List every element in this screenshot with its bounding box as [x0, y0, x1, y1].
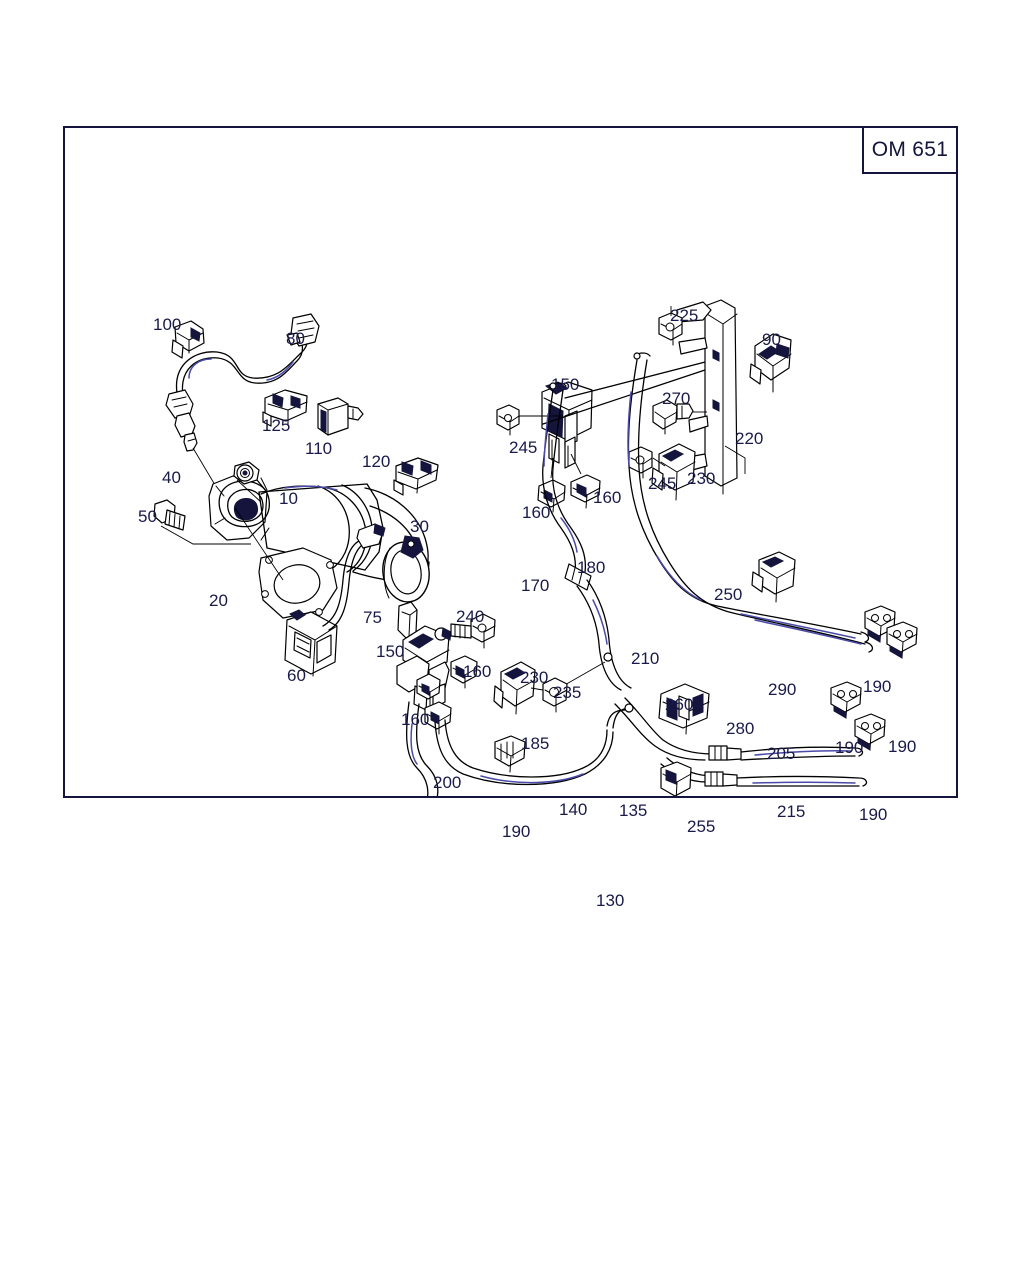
part-120-clip	[393, 457, 439, 496]
callout-190-r2: 190	[888, 737, 917, 756]
callout-135: 135	[619, 801, 648, 820]
callout-270: 270	[662, 389, 691, 408]
callout-230-l: 230	[520, 668, 549, 687]
callout-260: 260	[665, 695, 694, 714]
callout-190-r1: 190	[863, 677, 892, 696]
callout-170: 170	[521, 576, 550, 595]
callout-40: 40	[162, 468, 181, 487]
callout-150-lower: 150	[376, 642, 405, 661]
callout-190-r4: 190	[859, 805, 888, 824]
callout-255: 255	[687, 817, 716, 836]
callout-30: 30	[410, 517, 429, 536]
part-30-clamp	[382, 535, 430, 603]
callout-125: 125	[262, 416, 291, 435]
callout-160-b: 160	[593, 488, 622, 507]
callout-160-c: 160	[463, 662, 492, 681]
callout-60: 60	[287, 666, 306, 685]
callout-230-u: 230	[687, 469, 716, 488]
callout-120: 120	[362, 452, 391, 471]
callout-130: 130	[596, 891, 625, 910]
callout-190-r5: 190	[502, 822, 531, 841]
callout-185: 185	[521, 734, 550, 753]
parts-artwork: .k{fill:none;stroke:#000;stroke-width:1.…	[153, 299, 918, 796]
callout-225: 225	[670, 306, 699, 325]
callout-290: 290	[768, 680, 797, 699]
callout-90: 90	[762, 330, 781, 349]
callout-280: 280	[726, 719, 755, 738]
callout-245-l: 245	[509, 438, 538, 457]
callout-180: 180	[577, 558, 606, 577]
callout-75: 75	[363, 608, 382, 627]
drawing-sheet: OM 651 .k{fill:none;stroke:#000;stroke-w…	[0, 0, 1024, 1280]
callout-190-r3: 190	[835, 738, 864, 757]
callout-235: 235	[553, 683, 582, 702]
callout-250: 250	[714, 585, 743, 604]
callout-220: 220	[735, 429, 764, 448]
diagram-frame: OM 651 .k{fill:none;stroke:#000;stroke-w…	[63, 126, 958, 909]
callout-205: 205	[767, 744, 796, 763]
callout-240: 240	[456, 607, 485, 626]
part-255-clip	[660, 761, 692, 796]
callout-200: 200	[433, 773, 462, 792]
callout-160-a: 160	[522, 503, 551, 522]
callout-20: 20	[209, 591, 228, 610]
callout-140: 140	[559, 800, 588, 819]
callout-245-r: 245	[648, 474, 677, 493]
callout-210: 210	[631, 649, 660, 668]
callout-100: 100	[153, 315, 182, 334]
callout-110: 110	[305, 439, 333, 458]
part-250-clip	[751, 551, 796, 603]
callout-160-d: 160	[401, 710, 430, 729]
hose-205-215	[614, 697, 868, 787]
callout-150: 150	[551, 375, 580, 394]
part-110-connector	[317, 397, 364, 436]
callout-50: 50	[138, 507, 157, 526]
callout-80: 80	[286, 329, 305, 348]
callout-215: 215	[777, 802, 806, 821]
callout-10: 10	[279, 489, 298, 508]
